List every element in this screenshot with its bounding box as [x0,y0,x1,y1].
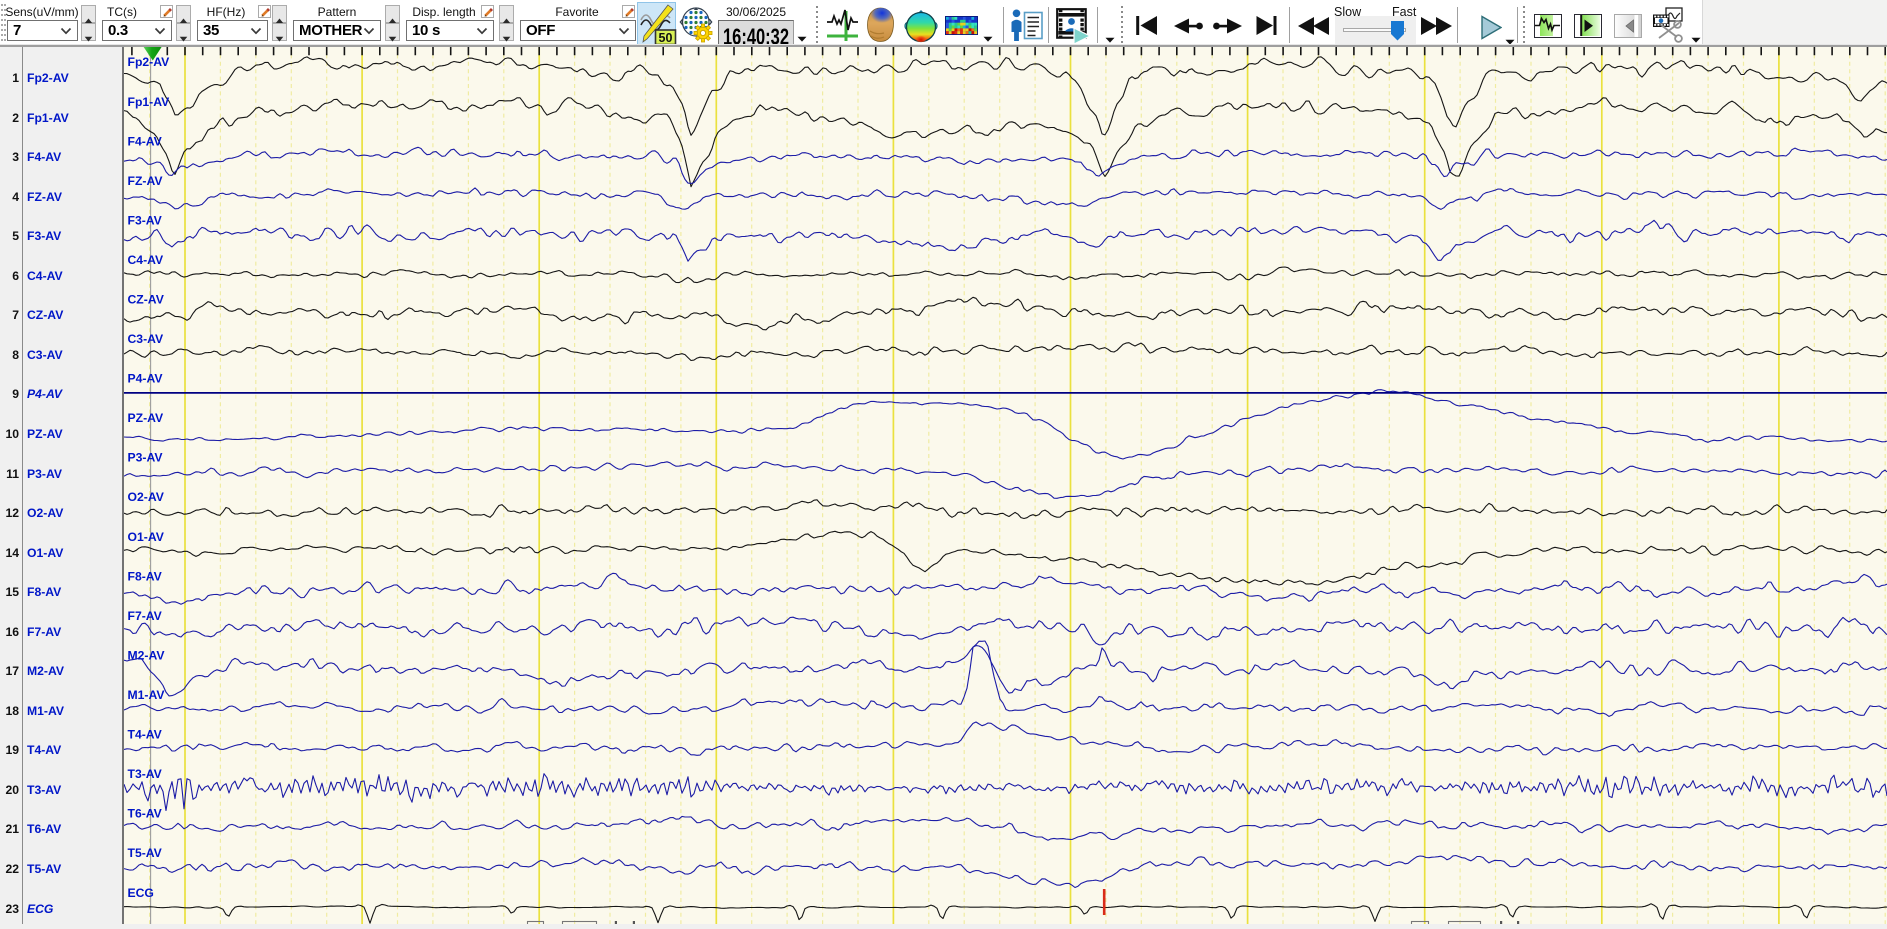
svg-text:P4-AV: P4-AV [128,372,164,386]
svg-text:F4-AV: F4-AV [128,134,163,148]
svg-text:F3-AV: F3-AV [128,213,163,227]
svg-text:T6-AV: T6-AV [128,807,163,821]
svg-text:M1-AV: M1-AV [128,688,166,702]
svg-text:Fp2-AV: Fp2-AV [128,55,171,69]
svg-text:ECG: ECG [128,886,154,900]
svg-text:FZ-AV: FZ-AV [128,174,164,188]
svg-text:Fp1-AV: Fp1-AV [128,95,171,109]
svg-text:C3-AV: C3-AV [128,332,165,346]
svg-text:T3-AV: T3-AV [128,767,163,781]
svg-text:C4-AV: C4-AV [128,253,165,267]
svg-text:50: 50 [659,31,673,45]
svg-text:P3-AV: P3-AV [128,451,164,465]
svg-text:F7-AV: F7-AV [128,609,163,623]
svg-text:CZ-AV: CZ-AV [128,293,165,307]
svg-text:O1-AV: O1-AV [128,530,165,544]
svg-text:T5-AV: T5-AV [128,846,163,860]
svg-text:T4-AV: T4-AV [128,728,163,742]
svg-text:PZ-AV: PZ-AV [128,411,165,425]
svg-text:O2-AV: O2-AV [128,490,165,504]
svg-text:16:40:32: 16:40:32 [723,24,789,46]
svg-text:F8-AV: F8-AV [128,569,163,583]
svg-text:M2-AV: M2-AV [128,649,166,663]
